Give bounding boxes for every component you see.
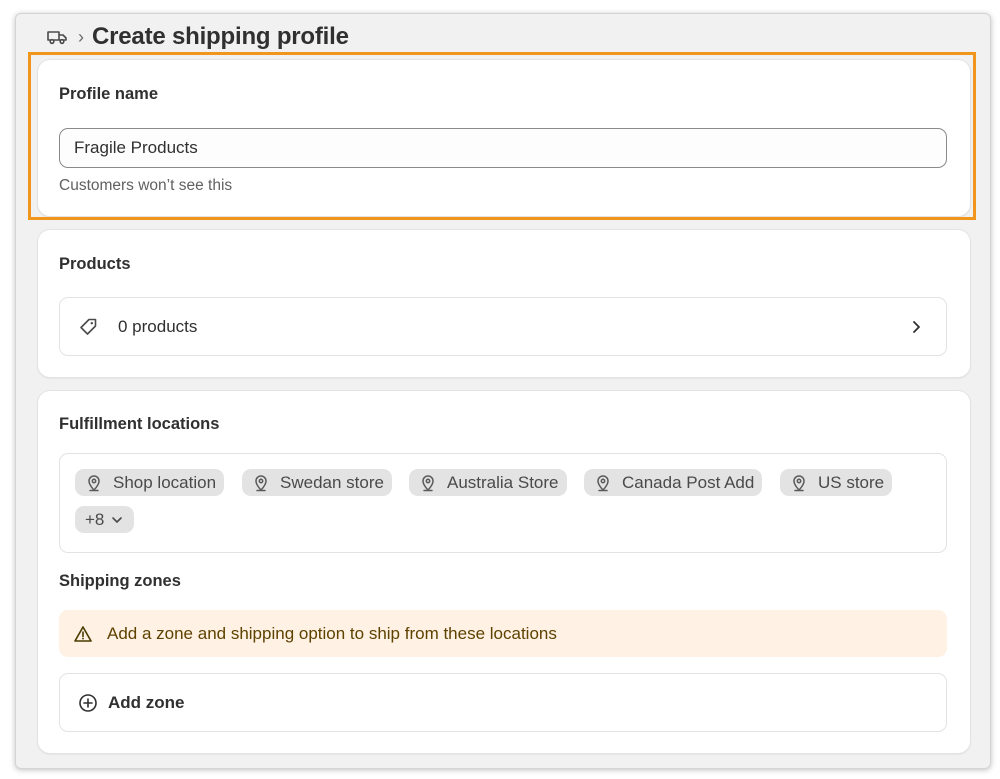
warning-banner: Add a zone and shipping option to ship f… xyxy=(59,610,947,657)
add-zone-label: Add zone xyxy=(108,692,185,712)
location-chip-label: Canada Post Add xyxy=(622,472,755,492)
location-pin-icon xyxy=(790,474,808,492)
page-title: Create shipping profile xyxy=(92,23,349,50)
breadcrumb-separator: › xyxy=(78,26,84,47)
location-chip[interactable]: Canada Post Add xyxy=(584,469,763,496)
location-chip-label: Shop location xyxy=(113,472,217,492)
chevron-right-icon xyxy=(906,317,926,337)
location-pin-icon xyxy=(419,474,437,492)
add-zone-button[interactable]: Add zone xyxy=(59,673,947,732)
tag-icon xyxy=(78,317,98,337)
products-label: Products xyxy=(59,255,131,273)
more-locations-button[interactable]: +8 xyxy=(75,506,135,533)
location-chip-label: Australia Store xyxy=(447,472,559,492)
location-chip-label: Swedan store xyxy=(280,472,384,492)
fulfillment-locations-label: Fulfillment locations xyxy=(59,415,220,433)
location-chip[interactable]: Australia Store xyxy=(409,469,567,496)
locations-box: Shop location Swedan store Australia Sto… xyxy=(59,453,947,553)
page-header: › Create shipping profile xyxy=(46,22,349,52)
warning-icon xyxy=(73,624,93,644)
location-pin-icon xyxy=(85,474,103,492)
shipping-zones-label: Shipping zones xyxy=(59,572,181,590)
app-window: › Create shipping profile Profile name C… xyxy=(15,13,991,769)
location-pin-icon xyxy=(252,474,270,492)
warning-message: Add a zone and shipping option to ship f… xyxy=(107,623,557,643)
products-card: Products 0 products xyxy=(38,230,970,377)
location-chip-label: US store xyxy=(818,472,885,492)
products-count: 0 products xyxy=(118,316,198,336)
location-pin-icon xyxy=(594,474,612,492)
products-row[interactable]: 0 products xyxy=(59,297,947,356)
more-locations-count: +8 xyxy=(85,509,105,529)
location-chip[interactable]: Swedan store xyxy=(242,469,392,496)
plus-circle-icon xyxy=(78,693,98,713)
fulfillment-card: Fulfillment locations Shop location Swed… xyxy=(38,391,970,753)
location-chip[interactable]: US store xyxy=(780,469,893,496)
highlight-frame xyxy=(28,52,976,220)
location-chip[interactable]: Shop location xyxy=(75,469,225,496)
chevron-down-icon xyxy=(110,513,124,527)
truck-icon[interactable] xyxy=(46,27,68,47)
